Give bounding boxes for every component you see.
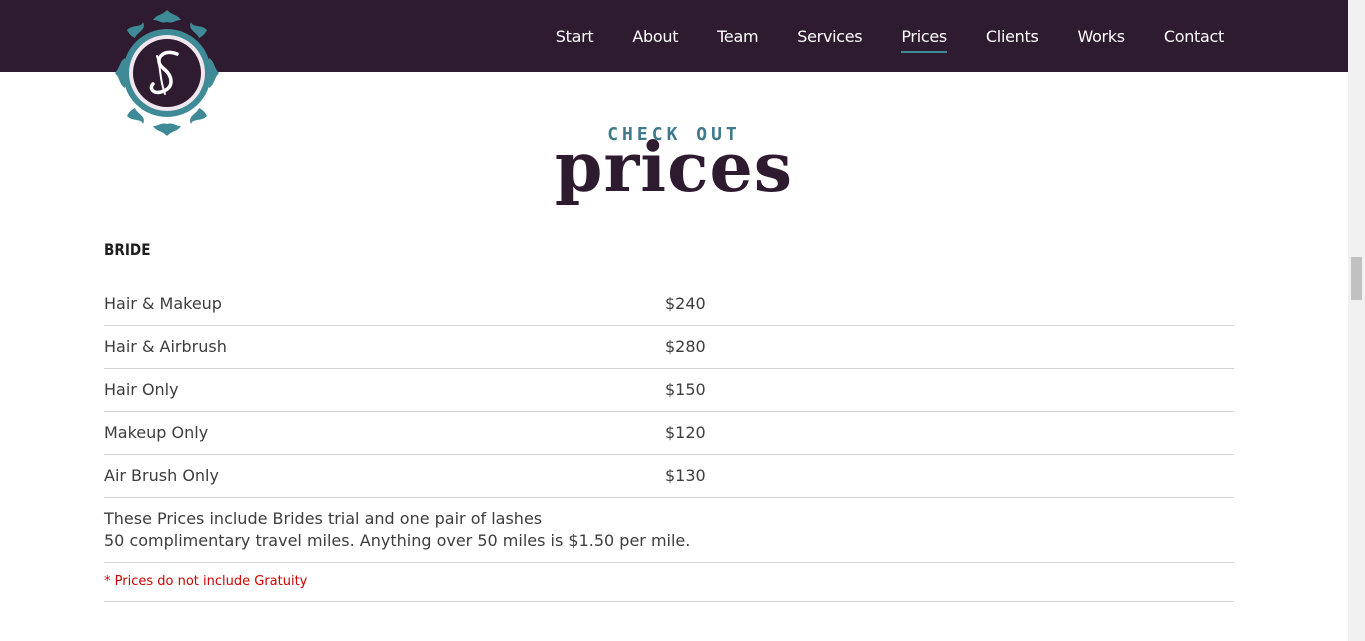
price-notes: These Prices include Brides trial and on…	[104, 508, 690, 552]
nav-item-services[interactable]: Services	[797, 27, 862, 46]
nav-item-works[interactable]: Works	[1077, 27, 1125, 46]
nav-item-contact[interactable]: Contact	[1164, 27, 1224, 46]
gratuity-note: * Prices do not include Gratuity	[104, 574, 308, 589]
scrollbar-thumb[interactable]	[1351, 257, 1362, 300]
vertical-scrollbar[interactable]	[1348, 0, 1365, 641]
section-title: prices	[554, 128, 794, 208]
price-item-amount: $150	[665, 380, 706, 399]
price-item-name: Hair & Makeup	[104, 294, 222, 313]
price-row: Hair & Airbrush $280	[104, 326, 1234, 369]
nav-menu: Start About Team Services Prices Clients…	[517, 0, 1224, 72]
price-item-name: Hair & Airbrush	[104, 337, 227, 356]
ornamental-monogram-logo-icon[interactable]	[113, 8, 221, 138]
price-item-amount: $280	[665, 337, 706, 356]
price-item-amount: $240	[665, 294, 706, 313]
nav-item-prices[interactable]: Prices	[901, 27, 947, 53]
price-item-name: Air Brush Only	[104, 466, 219, 485]
price-notes-row: These Prices include Brides trial and on…	[104, 498, 1234, 563]
nav-item-team[interactable]: Team	[717, 27, 758, 46]
price-item-name: Hair Only	[104, 380, 179, 399]
nav-item-clients[interactable]: Clients	[986, 27, 1039, 46]
price-table: Hair & Makeup $240 Hair & Airbrush $280 …	[104, 283, 1234, 602]
price-row: Makeup Only $120	[104, 412, 1234, 455]
price-item-amount: $120	[665, 423, 706, 442]
nav-item-about[interactable]: About	[632, 27, 678, 46]
price-note-line: 50 complimentary travel miles. Anything …	[104, 531, 691, 550]
price-row: Hair Only $150	[104, 369, 1234, 412]
gratuity-row: * Prices do not include Gratuity	[104, 563, 1234, 602]
price-item-name: Makeup Only	[104, 423, 209, 442]
price-category-title: BRIDE	[104, 240, 151, 259]
nav-item-start[interactable]: Start	[556, 27, 594, 46]
price-item-amount: $130	[665, 466, 706, 485]
price-note-line: These Prices include Brides trial and on…	[104, 509, 543, 528]
price-row: Hair & Makeup $240	[104, 283, 1234, 326]
price-row: Air Brush Only $130	[104, 455, 1234, 498]
